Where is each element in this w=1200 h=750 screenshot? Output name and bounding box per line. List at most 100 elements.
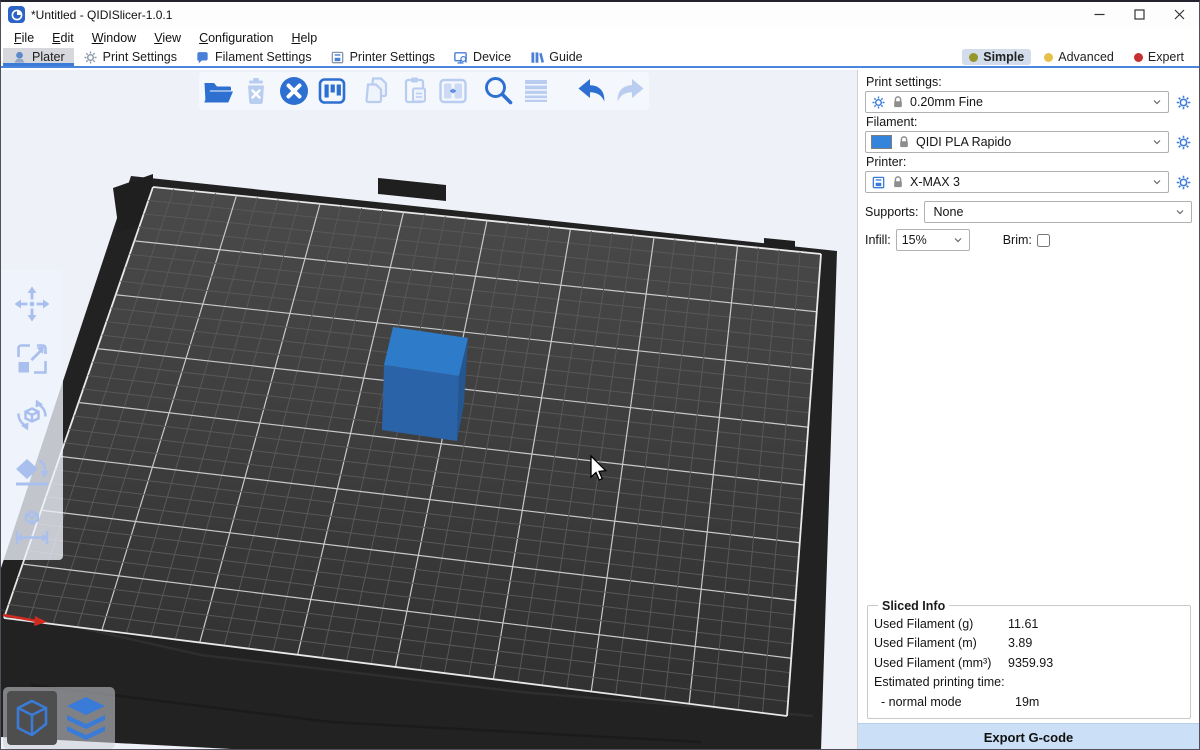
paste-button[interactable] (398, 74, 432, 108)
chevron-down-icon (1151, 176, 1163, 188)
open-button[interactable] (201, 74, 235, 108)
view-toggle-bar (3, 687, 115, 749)
menu-edit[interactable]: Edit (43, 29, 83, 47)
menu-file[interactable]: File (5, 29, 43, 47)
filament-label: Filament: (866, 115, 1192, 129)
mode-expert[interactable]: Expert (1127, 49, 1191, 65)
mode-switcher: Simple Advanced Expert (962, 48, 1199, 66)
export-gcode-button[interactable]: Export G-code (858, 723, 1199, 750)
print-settings-value: 0.20mm Fine (910, 95, 1146, 109)
lock-icon (891, 95, 905, 109)
3d-editor-view-button[interactable] (7, 691, 57, 745)
settings-sidebar: Print settings: 0.20mm Fine Filament: QI… (858, 70, 1199, 750)
move-button[interactable] (10, 282, 54, 326)
brim-label: Brim: (1003, 233, 1032, 247)
filament-gear-button[interactable] (1174, 133, 1192, 151)
copy-button[interactable] (360, 74, 394, 108)
chevron-down-icon (952, 234, 964, 246)
menu-configuration[interactable]: Configuration (190, 29, 282, 47)
sliced-info-panel: Sliced Info Used Filament (g) 11.61 Used… (867, 599, 1191, 720)
supports-combo[interactable]: None (924, 201, 1192, 223)
window-title: *Untitled - QIDISlicer-1.0.1 (31, 8, 172, 22)
menu-help[interactable]: Help (282, 29, 326, 47)
brim-checkbox[interactable] (1037, 234, 1050, 247)
menu-window[interactable]: Window (83, 29, 145, 47)
printer-combo[interactable]: X-MAX 3 (865, 171, 1169, 193)
tab-print-settings[interactable]: Print Settings (74, 48, 186, 66)
printer-icon (871, 175, 886, 190)
gear-icon (83, 50, 98, 65)
app-logo-icon (8, 6, 25, 23)
plater-toolbar (199, 72, 649, 110)
sliced-info-row: Used Filament (mm³) 9359.93 (874, 654, 1184, 674)
sliced-info-title: Sliced Info (878, 599, 949, 613)
print-settings-gear-button[interactable] (1174, 93, 1192, 111)
tab-filament-settings[interactable]: Filament Settings (186, 48, 321, 66)
filament-value: QIDI PLA Rapido (916, 135, 1146, 149)
cube-view-icon (13, 697, 51, 739)
redo-button[interactable] (613, 74, 647, 108)
chevron-down-icon (1174, 206, 1186, 218)
scale-button[interactable] (10, 337, 54, 381)
layers-preview-icon (65, 695, 107, 741)
tab-bar: Plater Print Settings Filament Settings … (1, 48, 1199, 68)
delete-button[interactable] (239, 74, 273, 108)
gizmo-toolbar (1, 270, 63, 560)
search-button[interactable] (481, 74, 515, 108)
tab-device[interactable]: Device (444, 48, 520, 66)
mode-advanced[interactable]: Advanced (1037, 49, 1121, 65)
minimize-button[interactable] (1079, 2, 1119, 27)
tab-guide[interactable]: Guide (520, 48, 591, 66)
sliced-info-row: Estimated printing time: (874, 673, 1184, 693)
qidislicer-window: *Untitled - QIDISlicer-1.0.1 File Edit W… (0, 0, 1200, 750)
menu-bar: File Edit Window View Configuration Help (1, 27, 1200, 48)
lock-icon (897, 135, 911, 149)
gear-icon (871, 95, 886, 110)
guide-icon (529, 50, 544, 65)
close-button[interactable] (1159, 2, 1199, 27)
arrange-button[interactable] (315, 74, 349, 108)
sliced-info-row: - normal mode 19m (874, 693, 1184, 713)
filament-combo[interactable]: QIDI PLA Rapido (865, 131, 1169, 153)
chevron-down-icon (1151, 136, 1163, 148)
device-icon (453, 50, 468, 65)
maximize-button[interactable] (1119, 2, 1159, 27)
plater-icon (12, 50, 27, 65)
simple-dot-icon (969, 53, 978, 62)
expert-dot-icon (1134, 53, 1143, 62)
3d-viewport[interactable] (1, 70, 858, 750)
rotate-button[interactable] (10, 393, 54, 437)
chevron-down-icon (1151, 96, 1163, 108)
variable-layer-height-button[interactable] (519, 74, 553, 108)
mode-simple[interactable]: Simple (962, 49, 1031, 65)
filament-color-swatch (871, 135, 892, 149)
print-settings-label: Print settings: (866, 75, 1192, 89)
tab-printer-settings[interactable]: Printer Settings (321, 48, 444, 66)
cube-model[interactable] (382, 327, 468, 441)
advanced-dot-icon (1044, 53, 1053, 62)
delete-all-button[interactable] (277, 74, 311, 108)
printer-icon (330, 50, 345, 65)
filament-icon (195, 50, 210, 65)
infill-combo[interactable]: 15% (896, 229, 970, 251)
sliced-info-row: Used Filament (m) 3.89 (874, 634, 1184, 654)
menu-view[interactable]: View (145, 29, 190, 47)
infill-value: 15% (902, 233, 952, 247)
sliced-info-row: Used Filament (g) 11.61 (874, 615, 1184, 635)
supports-label: Supports: (865, 205, 919, 219)
printer-label: Printer: (866, 155, 1192, 169)
supports-value: None (930, 205, 1169, 219)
printer-gear-button[interactable] (1174, 173, 1192, 191)
measure-button[interactable] (10, 504, 54, 548)
build-plate-scene (1, 70, 857, 750)
print-settings-combo[interactable]: 0.20mm Fine (865, 91, 1169, 113)
place-on-face-button[interactable] (10, 449, 54, 493)
split-to-objects-button[interactable] (436, 74, 470, 108)
lock-icon (891, 175, 905, 189)
undo-button[interactable] (575, 74, 609, 108)
tab-plater[interactable]: Plater (3, 48, 74, 66)
printer-value: X-MAX 3 (910, 175, 1146, 189)
title-bar: *Untitled - QIDISlicer-1.0.1 (1, 2, 1199, 27)
infill-label: Infill: (865, 233, 891, 247)
preview-button[interactable] (61, 691, 111, 745)
